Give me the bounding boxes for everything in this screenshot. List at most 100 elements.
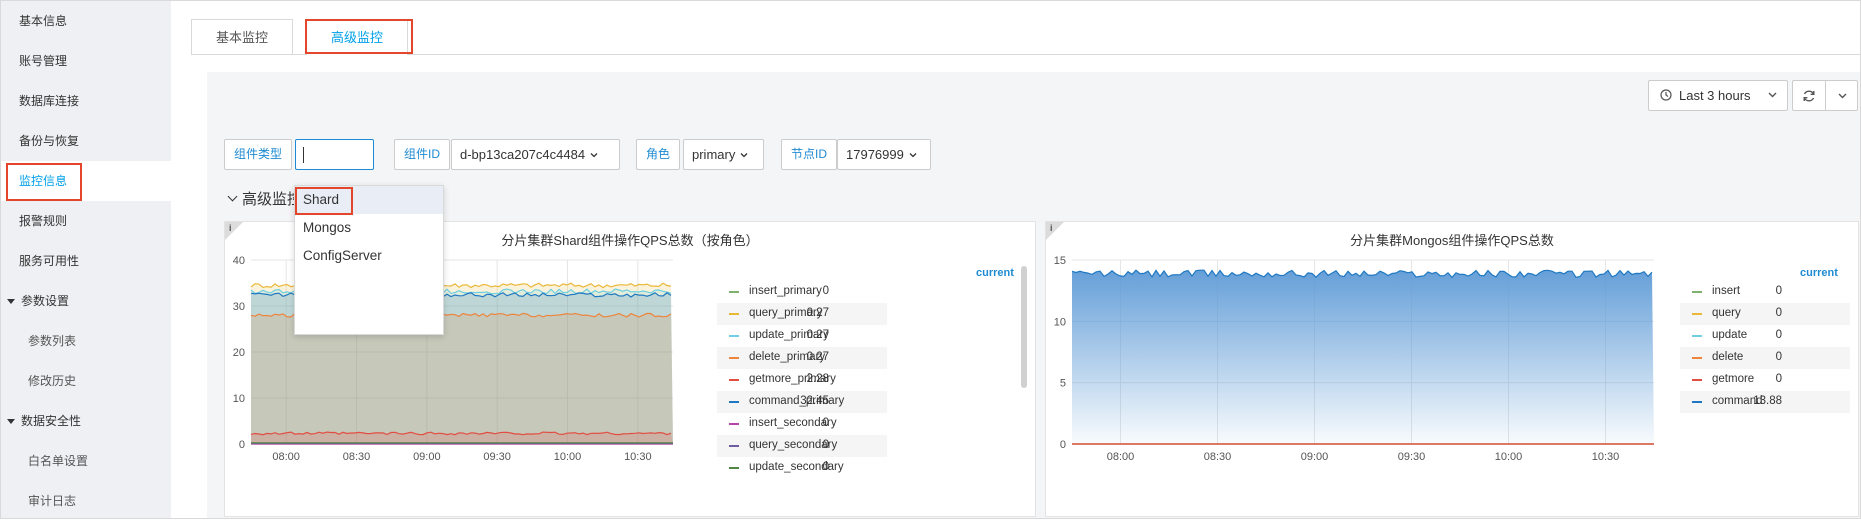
component-id-select[interactable]: d-bp13ca207c4c4484 bbox=[451, 139, 620, 170]
refresh-interval-dropdown[interactable] bbox=[1825, 80, 1858, 111]
sidebar-item-alarm-rules[interactable]: 报警规则 bbox=[1, 201, 171, 241]
chevron-down-icon bbox=[1768, 92, 1777, 98]
legend-item[interactable]: insert_secondary 0 bbox=[717, 413, 887, 435]
legend-current-value: 0 bbox=[822, 461, 829, 473]
refresh-button[interactable] bbox=[1792, 80, 1826, 111]
role-label: 角色 bbox=[636, 139, 681, 170]
sidebar-item-basic-info[interactable]: 基本信息 bbox=[1, 1, 171, 41]
sidebar-item-label: 参数列表 bbox=[28, 334, 77, 348]
legend-item[interactable]: query_secondary 0 bbox=[717, 435, 887, 457]
sidebar-item-whitelist[interactable]: 白名单设置 bbox=[1, 441, 171, 481]
legend-swatch bbox=[729, 357, 739, 359]
clock-icon bbox=[1660, 89, 1672, 101]
x-tick-label: 08:00 bbox=[1107, 451, 1135, 463]
tab-advanced-monitoring[interactable]: 高级监控 bbox=[306, 19, 409, 55]
sidebar-item-availability[interactable]: 服务可用性 bbox=[1, 241, 171, 281]
component-type-input[interactable] bbox=[295, 139, 374, 170]
sidebar-item-label: 账号管理 bbox=[19, 54, 68, 68]
sidebar-item-monitoring[interactable]: 监控信息 bbox=[1, 161, 171, 201]
component-type-dropdown: Shard Mongos ConfigServer bbox=[294, 185, 444, 335]
select-value: 17976999 bbox=[846, 147, 904, 162]
sidebar-group-data-security[interactable]: 数据安全性 bbox=[1, 401, 171, 441]
sidebar-item-label: 参数设置 bbox=[21, 294, 70, 308]
legend-header: current bbox=[976, 267, 1014, 279]
legend-item[interactable]: query_primary 0.27 bbox=[717, 303, 887, 325]
legend-swatch bbox=[1692, 335, 1702, 337]
x-tick-label: 10:00 bbox=[554, 451, 582, 463]
sidebar-item-backup[interactable]: 备份与恢复 bbox=[1, 121, 171, 161]
legend-item[interactable]: insert 0 bbox=[1680, 281, 1850, 303]
legend-item[interactable]: getmore_primary 2.28 bbox=[717, 369, 887, 391]
legend-current-value: 0 bbox=[1775, 373, 1782, 385]
tab-basic-monitoring[interactable]: 基本监控 bbox=[191, 19, 294, 54]
option-label: Mongos bbox=[303, 220, 352, 235]
sidebar-item-label: 白名单设置 bbox=[28, 454, 89, 468]
legend-header: current bbox=[1800, 267, 1838, 279]
component-id-label: 组件ID bbox=[394, 139, 451, 170]
legend-current-value: 0 bbox=[1775, 351, 1782, 363]
label-text: 角色 bbox=[646, 147, 671, 161]
row-title[interactable]: 高级监控 bbox=[227, 188, 302, 209]
sidebar-group-parameters[interactable]: 参数设置 bbox=[1, 281, 171, 321]
x-tick-label: 10:30 bbox=[1592, 451, 1620, 463]
sidebar-item-modify-history[interactable]: 修改历史 bbox=[1, 361, 171, 401]
sidebar-item-label: 监控信息 bbox=[19, 174, 68, 188]
sidebar-item-db-connection[interactable]: 数据库连接 bbox=[1, 81, 171, 121]
legend-swatch bbox=[729, 401, 739, 403]
legend-item[interactable]: delete 0 bbox=[1680, 347, 1850, 369]
legend-swatch bbox=[729, 379, 739, 381]
legend-item[interactable]: update_primary 0.27 bbox=[717, 325, 887, 347]
legend-item[interactable]: getmore 0 bbox=[1680, 369, 1850, 391]
chevron-down-icon bbox=[1838, 93, 1847, 99]
legend-swatch bbox=[1692, 379, 1702, 381]
refresh-icon bbox=[1803, 90, 1815, 102]
series-area-command bbox=[1072, 270, 1654, 444]
legend-scrollbar[interactable] bbox=[1021, 266, 1027, 388]
dropdown-option-mongos[interactable]: Mongos bbox=[295, 214, 443, 242]
chart-panel-mongos: i 分片集群Mongos组件操作QPS总数 0 5 10 15 08:00 08:30 09… bbox=[1045, 221, 1859, 517]
sidebar-item-label: 审计日志 bbox=[28, 494, 77, 508]
dropdown-option-configserver[interactable]: ConfigServer bbox=[295, 242, 443, 270]
sidebar-item-audit-log[interactable]: 审计日志 bbox=[1, 481, 171, 521]
y-tick-label: 10 bbox=[233, 393, 245, 405]
legend-item[interactable]: delete_primary 0.27 bbox=[717, 347, 887, 369]
y-tick-label: 10 bbox=[1054, 316, 1066, 328]
legend-item[interactable]: query 0 bbox=[1680, 303, 1850, 325]
dropdown-option-shard[interactable]: Shard bbox=[295, 186, 443, 214]
x-tick-label: 10:30 bbox=[624, 451, 652, 463]
x-tick-label: 08:30 bbox=[1204, 451, 1232, 463]
sidebar-item-label: 备份与恢复 bbox=[19, 134, 80, 148]
legend-swatch bbox=[729, 291, 739, 293]
tabs-divider bbox=[191, 54, 1860, 55]
role-select[interactable]: primary bbox=[683, 139, 764, 170]
chevron-down-icon bbox=[590, 153, 598, 158]
chevron-down-icon bbox=[740, 153, 748, 158]
option-label: ConfigServer bbox=[303, 248, 382, 263]
legend-item[interactable]: command 13.88 bbox=[1680, 391, 1850, 413]
sidebar-item-label: 数据库连接 bbox=[19, 94, 80, 108]
x-tick-label: 08:00 bbox=[272, 451, 300, 463]
y-tick-label: 0 bbox=[239, 439, 245, 451]
legend-swatch bbox=[1692, 313, 1702, 315]
x-tick-label: 10:00 bbox=[1495, 451, 1523, 463]
legend-item[interactable]: update_secondary 0 bbox=[717, 457, 887, 479]
sidebar-item-label: 修改历史 bbox=[28, 374, 77, 388]
row-title-text: 高级监控 bbox=[242, 191, 303, 208]
legend-current-value: 0 bbox=[1775, 329, 1782, 341]
y-tick-label: 5 bbox=[1060, 378, 1066, 390]
y-tick-label: 15 bbox=[1054, 255, 1066, 267]
tab-label: 基本监控 bbox=[216, 30, 269, 45]
text-cursor bbox=[303, 147, 304, 163]
legend-current-value: 0.27 bbox=[806, 329, 829, 341]
caret-down-icon bbox=[7, 298, 15, 304]
legend-swatch bbox=[1692, 291, 1702, 293]
legend-item[interactable]: command_primary 32.45 bbox=[717, 391, 887, 413]
legend-swatch bbox=[729, 313, 739, 315]
sidebar-item-param-list[interactable]: 参数列表 bbox=[1, 321, 171, 361]
legend-item[interactable]: update 0 bbox=[1680, 325, 1850, 347]
sidebar-item-account[interactable]: 账号管理 bbox=[1, 41, 171, 81]
node-id-select[interactable]: 17976999 bbox=[837, 139, 931, 170]
select-value: primary bbox=[692, 147, 736, 162]
time-range-picker[interactable]: Last 3 hours bbox=[1648, 80, 1788, 111]
legend-item[interactable]: insert_primary 0 bbox=[717, 281, 887, 303]
